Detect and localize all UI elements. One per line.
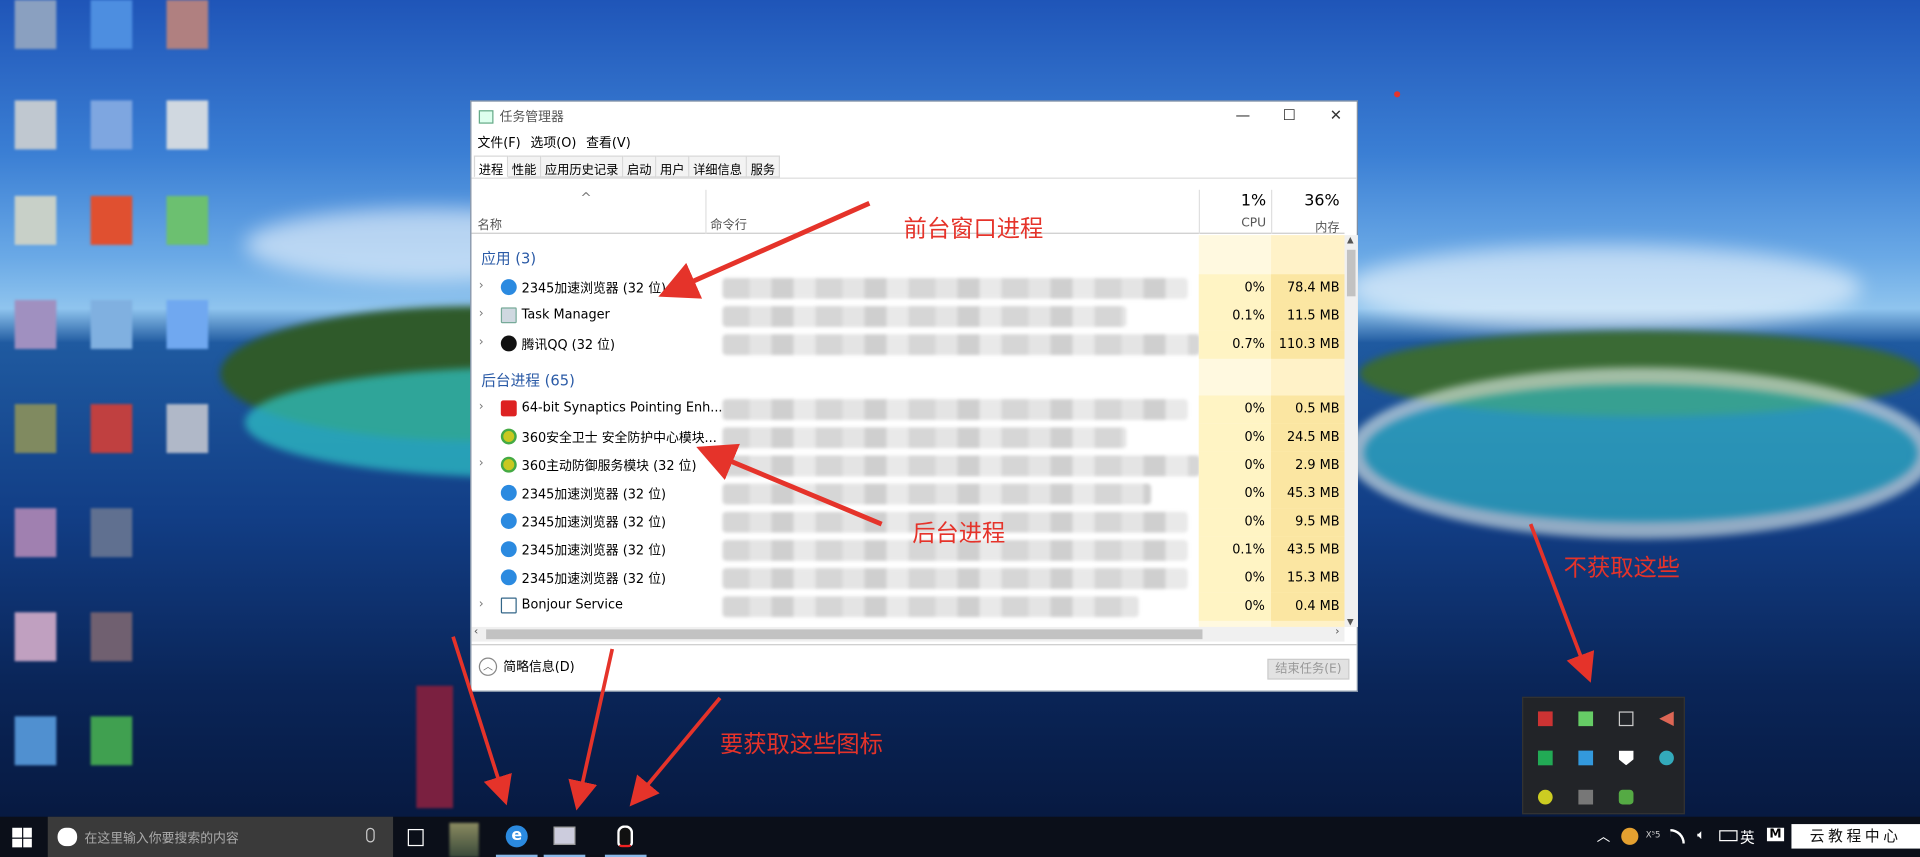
volume-icon[interactable]: 🔈︎ [1697, 827, 1705, 844]
360-tray-icon[interactable] [1537, 789, 1553, 805]
arrow-include-2 [568, 648, 615, 811]
qq-tray-icon[interactable] [1621, 827, 1639, 845]
ime-language-indicator[interactable]: 英 [1740, 827, 1755, 848]
arrow-exclude [1528, 523, 1595, 683]
microphone-icon[interactable] [366, 827, 375, 843]
nvidia-icon[interactable] [1537, 750, 1553, 766]
taskbar-task-manager[interactable] [543, 817, 586, 857]
show-hidden-icons-button[interactable]: ︿ [1597, 827, 1610, 847]
taskbar-qq[interactable] [604, 817, 647, 857]
wifi-icon[interactable] [1670, 828, 1685, 844]
label-background: 后台进程 [912, 520, 1006, 548]
app-blue-icon[interactable] [1578, 750, 1594, 766]
taskmgr-icon [553, 826, 576, 845]
square-icon[interactable] [1618, 711, 1634, 727]
ie-icon: e [505, 825, 528, 848]
watermark-box: 云教程中心 [1791, 824, 1920, 849]
cortana-icon [57, 827, 78, 847]
ime-mode-indicator[interactable]: M [1766, 827, 1785, 842]
gray-app-icon[interactable] [1578, 789, 1594, 805]
label-foreground: 前台窗口进程 [903, 215, 1044, 243]
speaker-icon[interactable] [1659, 711, 1674, 727]
search-box[interactable]: 在这里输入你要搜索的内容 [47, 816, 394, 857]
x5-tray-icon[interactable]: X⁵5 [1646, 830, 1661, 840]
tray-overflow-popup [1522, 696, 1685, 815]
arrow-background [696, 443, 883, 527]
qq-penguin-icon [617, 825, 634, 848]
label-include: 要获取这些图标 [720, 731, 883, 758]
network-error-icon[interactable] [1537, 711, 1553, 727]
taskbar: 在这里输入你要搜索的内容 e ︿ X⁵5 🔈︎ 英 M 云教程中心 [0, 816, 1920, 857]
battery-icon[interactable] [1719, 830, 1738, 842]
printer-ok-icon[interactable] [1578, 711, 1594, 727]
arrow-foreground [658, 201, 871, 299]
arrow-include-1 [451, 636, 512, 806]
pinned-app-blurred[interactable] [449, 822, 479, 857]
globe-icon[interactable] [1659, 750, 1674, 766]
task-view-button[interactable] [407, 828, 424, 847]
search-placeholder: 在这里输入你要搜索的内容 [84, 831, 239, 847]
defender-shield-icon[interactable] [1618, 750, 1634, 766]
taskbar-browser-2345[interactable]: e [495, 817, 538, 857]
label-exclude: 不获取这些 [1563, 554, 1681, 582]
evernote-icon[interactable] [1618, 789, 1634, 805]
start-button[interactable] [12, 827, 32, 848]
arrow-include-3 [629, 696, 722, 807]
